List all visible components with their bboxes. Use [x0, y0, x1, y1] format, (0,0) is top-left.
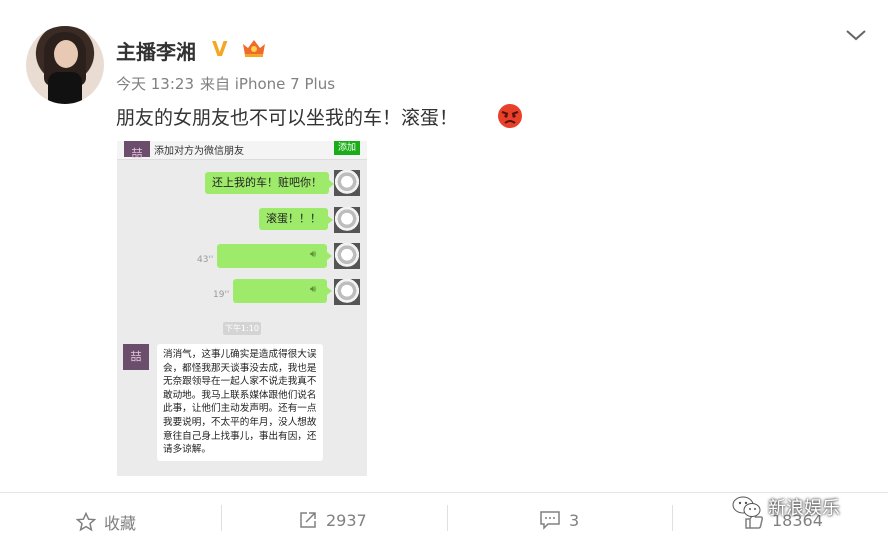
watermark: 新浪娱乐: [732, 492, 840, 522]
reply-avatar: 喆: [123, 344, 149, 370]
post-text: 朋友的女朋友也不可以坐我的车！滚蛋！: [116, 107, 459, 129]
comment-count: 3: [569, 510, 580, 530]
rose-avatar: [334, 170, 360, 196]
divider: [221, 505, 222, 531]
add-friend-text: 添加对方为微信朋友: [154, 146, 244, 157]
repost-button[interactable]: 2937: [298, 510, 367, 530]
mini-avatar: 喆: [124, 141, 150, 160]
reply-message-bubble: 消消气，这事儿确实是造成得很大误会，都怪我那天谈事没去成，我也是无奈跟领导在一起…: [157, 344, 323, 461]
chat-screenshot-image[interactable]: 喆 添加对方为微信朋友 添加 还上我的车！赃吧你！ 滚蛋！！！ 43'' 🔊︎ …: [117, 141, 367, 476]
divider: [672, 505, 673, 531]
rose-avatar: [334, 243, 360, 269]
rose-avatar: [334, 207, 360, 233]
angry-emoji-icon: [498, 104, 522, 128]
post-meta: 今天 13:23 来自 iPhone 7 Plus: [116, 73, 341, 94]
mini-avatar-text: 喆: [131, 147, 143, 160]
member-crown-icon: [243, 40, 265, 57]
add-friend-bar: 喆 添加对方为微信朋友 添加: [117, 141, 367, 160]
star-icon: [76, 512, 96, 532]
share-icon: [300, 512, 316, 528]
verified-badge: V: [212, 37, 228, 61]
repost-count: 2937: [326, 510, 367, 530]
reply-avatar-text: 喆: [130, 350, 142, 363]
voice-wave-icon: 🔊︎: [310, 284, 317, 295]
post-source: 来自 iPhone 7 Plus: [200, 75, 336, 93]
add-friend-button: 添加: [334, 141, 360, 155]
chevron-down-icon[interactable]: [845, 28, 867, 42]
wechat-logo-icon: [732, 496, 761, 517]
post-time[interactable]: 今天 13:23: [116, 75, 194, 93]
message-bubble: 还上我的车！赃吧你！: [205, 172, 334, 194]
time-chip: 下午1:10: [223, 322, 261, 335]
avatar-face: [54, 40, 78, 68]
voice-duration: 43'': [197, 255, 214, 265]
voice-duration: 19'': [213, 290, 230, 300]
favorite-button[interactable]: 收藏: [76, 510, 136, 534]
author-avatar[interactable]: [26, 26, 104, 104]
divider: [447, 505, 448, 531]
favorite-label: 收藏: [104, 514, 137, 533]
message-bubble: 滚蛋！！！: [259, 208, 333, 230]
comment-icon: [540, 511, 560, 530]
avatar-body: [48, 72, 82, 104]
voice-wave-icon: 🔊︎: [310, 249, 317, 260]
author-name[interactable]: 主播李湘: [116, 36, 196, 65]
comment-button[interactable]: 3: [539, 510, 579, 530]
rose-avatar: [334, 279, 360, 305]
watermark-text: 新浪娱乐: [768, 498, 840, 519]
